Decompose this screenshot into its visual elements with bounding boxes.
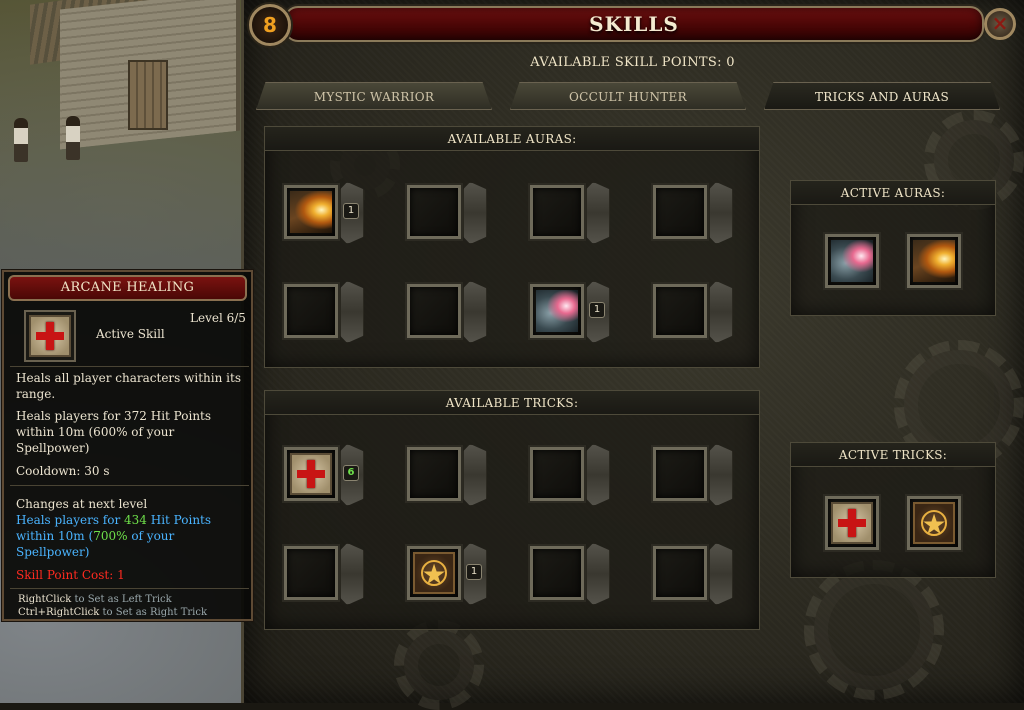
- tooltip-desc-line: Heals all player characters within its: [16, 371, 241, 385]
- flame-aura-icon: [913, 240, 955, 282]
- arcane-healing-icon: [831, 502, 873, 544]
- trick-slot-7[interactable]: [530, 546, 584, 600]
- arcane-healing-icon: [29, 315, 71, 357]
- slot-side-ornament: [709, 543, 733, 605]
- tooltip-divider: [10, 366, 249, 367]
- tooltip-level: Level 6/5: [190, 311, 246, 325]
- aura-slot-5[interactable]: [284, 284, 338, 338]
- pentagram-trick-icon: [913, 502, 955, 544]
- tooltip-cooldown: Cooldown: 30 s: [16, 464, 110, 478]
- tooltip-next-line: within 10m (700% of your: [16, 528, 174, 544]
- trick-slot-4[interactable]: [653, 447, 707, 501]
- next-text: within 10m (: [16, 529, 94, 543]
- tab-mystic-warrior[interactable]: MYSTIC WARRIOR: [256, 82, 492, 110]
- aura-slot-2[interactable]: [407, 185, 461, 239]
- hint-text: to Set as Right Trick: [99, 607, 208, 618]
- trick-slot-8[interactable]: [653, 546, 707, 600]
- close-button[interactable]: ×: [984, 8, 1016, 40]
- tooltip-icon-frame: [24, 310, 76, 362]
- npc-villager[interactable]: [14, 118, 28, 162]
- tooltip-next-line: Heals players for 434 Hit Points: [16, 512, 211, 528]
- npc-villager[interactable]: [66, 116, 80, 160]
- tooltip-desc-line: range.: [16, 387, 56, 401]
- slot-side-ornament: [586, 543, 610, 605]
- tooltip-desc-line: Spellpower): [16, 441, 90, 455]
- available-auras-header: AVAILABLE AURAS:: [265, 127, 759, 151]
- gear-decoration: [804, 560, 944, 700]
- trick-slot-5[interactable]: [284, 546, 338, 600]
- trick-slot-6[interactable]: [407, 546, 461, 600]
- aura-slot-3[interactable]: [530, 185, 584, 239]
- tooltip-title: ARCANE HEALING: [8, 275, 247, 301]
- aura-rank: 1: [589, 302, 605, 318]
- tooltip-skill-point-cost: Skill Point Cost: 1: [16, 568, 125, 582]
- tab-tricks-and-auras[interactable]: TRICKS AND AURAS: [764, 82, 1000, 110]
- slot-side-ornament: [463, 444, 487, 506]
- hint-key: Ctrl+RightClick: [18, 607, 100, 618]
- aura-slot-6[interactable]: [407, 284, 461, 338]
- slot-side-ornament: [586, 182, 610, 244]
- hint-key: RightClick: [18, 594, 72, 605]
- trick-slot-1[interactable]: [284, 447, 338, 501]
- next-text: Heals players for: [16, 513, 125, 527]
- next-value: 700%: [93, 529, 128, 543]
- trick-rank: 6: [343, 465, 359, 481]
- pentagram-trick-icon: [413, 552, 455, 594]
- flame-aura-icon: [290, 191, 332, 233]
- active-tricks-header: ACTIVE TRICKS:: [791, 443, 995, 467]
- trick-slot-3[interactable]: [530, 447, 584, 501]
- gunshot-aura-icon: [831, 240, 873, 282]
- tooltip-hint-right: Ctrl+RightClick to Set as Right Trick: [18, 606, 207, 619]
- next-text: of your: [127, 529, 175, 543]
- slot-side-ornament: [340, 281, 364, 343]
- tooltip-hint-left: RightClick to Set as Left Trick: [18, 593, 172, 606]
- slot-side-ornament: [709, 281, 733, 343]
- slot-side-ornament: [709, 182, 733, 244]
- character-level-badge: 8: [249, 4, 291, 46]
- active-aura-slot-2[interactable]: [907, 234, 961, 288]
- slot-side-ornament: [463, 182, 487, 244]
- slot-side-ornament: [463, 281, 487, 343]
- trick-rank: 1: [466, 564, 482, 580]
- tooltip-divider: [10, 588, 249, 589]
- aura-slot-8[interactable]: [653, 284, 707, 338]
- available-skill-points: AVAILABLE SKILL POINTS: 0: [530, 55, 735, 70]
- hint-text: to Set as Left Trick: [71, 594, 172, 605]
- trick-slot-2[interactable]: [407, 447, 461, 501]
- tooltip-desc-line: within 10m (600% of your: [16, 425, 175, 439]
- active-trick-slot-right[interactable]: [907, 496, 961, 550]
- slot-side-ornament: [586, 444, 610, 506]
- tab-occult-hunter[interactable]: OCCULT HUNTER: [510, 82, 746, 110]
- window-title: SKILLS: [589, 12, 679, 36]
- aura-rank: 1: [343, 203, 359, 219]
- tooltip-desc-line: Heals players for 372 Hit Points: [16, 409, 212, 423]
- active-tricks-panel: ACTIVE TRICKS:: [790, 442, 996, 578]
- next-text: Hit Points: [146, 513, 212, 527]
- tooltip-skill-type: Active Skill: [96, 327, 165, 341]
- gunshot-aura-icon: [536, 290, 578, 332]
- aura-slot-4[interactable]: [653, 185, 707, 239]
- active-auras-header: ACTIVE AURAS:: [791, 181, 995, 205]
- house-door: [128, 60, 168, 130]
- tooltip-next-line: Spellpower): [16, 545, 90, 559]
- next-value: 434: [124, 513, 147, 527]
- tooltip-next-level-header: Changes at next level: [16, 497, 148, 511]
- slot-side-ornament: [709, 444, 733, 506]
- slot-side-ornament: [340, 543, 364, 605]
- active-trick-slot-left[interactable]: [825, 496, 879, 550]
- aura-slot-7[interactable]: [530, 284, 584, 338]
- active-auras-panel: ACTIVE AURAS:: [790, 180, 996, 316]
- active-aura-slot-1[interactable]: [825, 234, 879, 288]
- gear-decoration: [394, 620, 484, 710]
- arcane-healing-icon: [290, 453, 332, 495]
- tooltip-divider: [10, 485, 249, 486]
- skill-tooltip: ARCANE HEALING Level 6/5 Active Skill He…: [2, 270, 253, 621]
- available-tricks-header: AVAILABLE TRICKS:: [265, 391, 759, 415]
- aura-slot-1[interactable]: [284, 185, 338, 239]
